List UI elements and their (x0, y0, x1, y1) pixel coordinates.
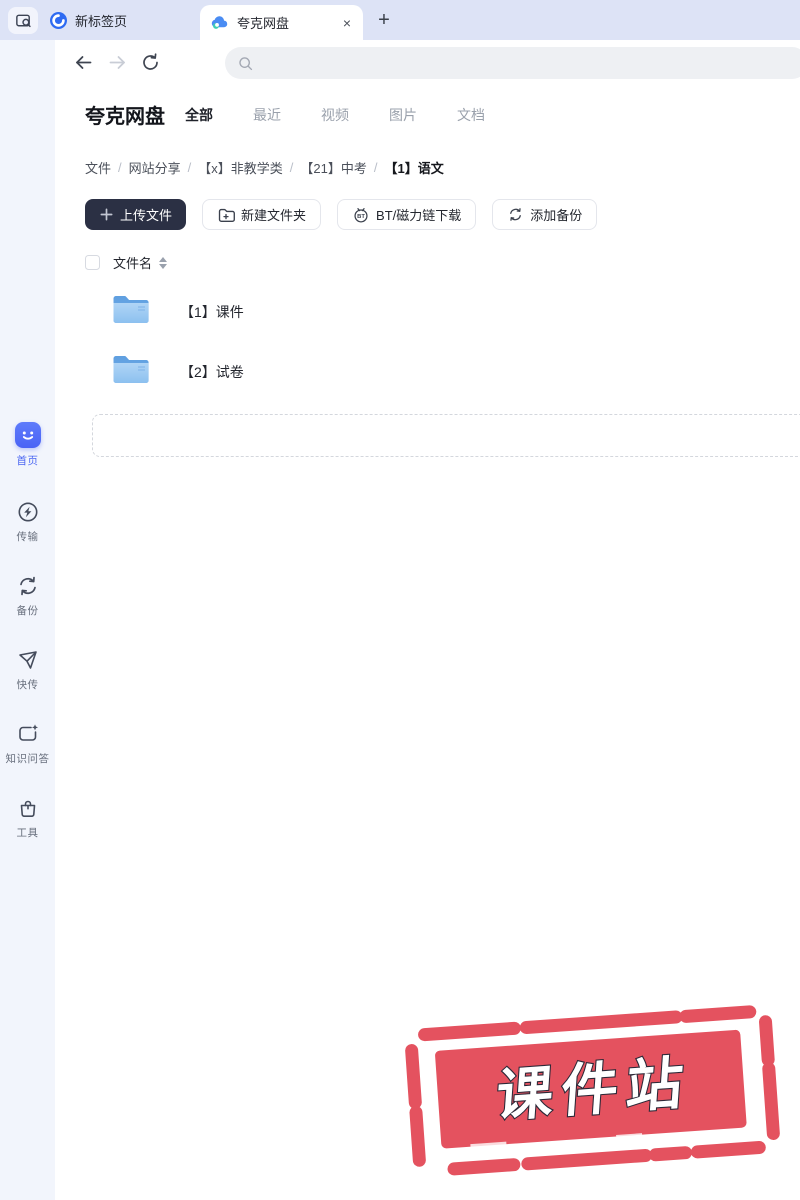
select-all-checkbox[interactable] (85, 255, 100, 270)
sidebar-item-tools[interactable]: 工具 (0, 796, 55, 840)
sort-icon[interactable] (159, 257, 167, 269)
breadcrumb-separator: / (188, 160, 192, 175)
tab-all[interactable]: 全部 (185, 105, 213, 125)
breadcrumb-item[interactable]: 网站分享 (129, 158, 181, 177)
breadcrumb-separator: / (118, 160, 122, 175)
sidebar-item-backup[interactable]: 备份 (0, 574, 55, 618)
add-backup-button[interactable]: 添加备份 (492, 199, 597, 230)
browser-tab-strip: 新标签页 夸克网盘 × + (0, 0, 800, 40)
paper-plane-icon (16, 648, 40, 672)
folder-icon (111, 352, 151, 386)
plus-icon (99, 207, 114, 222)
file-list-header: 文件名 (85, 253, 167, 272)
upload-file-button[interactable]: 上传文件 (85, 199, 186, 230)
tab-video[interactable]: 视频 (321, 105, 349, 125)
sidebar-label: 首页 (17, 453, 39, 468)
browser-toolbar (55, 40, 800, 85)
sidebar-label: 知识问答 (6, 751, 50, 766)
transfer-icon (16, 500, 40, 524)
quark-cloud-icon (210, 13, 229, 32)
main-content: 夸克网盘 全部 最近 视频 图片 文档 文件 / 网站分享 / 【x】非教学类 … (55, 40, 800, 1200)
sidebar-item-transfer[interactable]: 传输 (0, 500, 55, 544)
backup-sync-icon (16, 574, 40, 598)
folder-name[interactable]: 【1】课件 (180, 302, 244, 322)
file-row-folder-2[interactable]: 【2】试卷 (55, 342, 800, 402)
filename-column-header: 文件名 (113, 253, 152, 272)
knowledge-qa-icon (16, 722, 40, 746)
sidebar: 首页 传输 备份 快传 知识问答 工 (0, 40, 55, 1200)
new-folder-button[interactable]: 新建文件夹 (202, 199, 321, 230)
action-buttons: 上传文件 新建文件夹 BT BT/磁力链下载 添加备份 (85, 199, 597, 230)
sidebar-label: 快传 (17, 677, 39, 692)
breadcrumb-current: 【1】语文 (385, 158, 444, 177)
search-input[interactable] (262, 56, 796, 71)
tab-doc[interactable]: 文档 (457, 105, 485, 125)
bt-download-label: BT/磁力链下载 (376, 205, 461, 224)
file-row-folder-1[interactable]: 【1】课件 (55, 282, 800, 342)
browser-tab-quark[interactable]: 夸克网盘 × (200, 5, 363, 40)
sidebar-item-home[interactable]: 首页 (0, 422, 55, 468)
breadcrumb-separator: / (374, 160, 378, 175)
new-folder-icon (217, 206, 235, 224)
watermark-stamp: 课件站 (395, 993, 790, 1191)
sidebar-label: 工具 (17, 825, 39, 840)
svg-text:BT: BT (357, 214, 365, 220)
folder-name[interactable]: 【2】试卷 (180, 362, 244, 382)
sidebar-item-quickshare[interactable]: 快传 (0, 648, 55, 692)
tab-label: 夸克网盘 (237, 13, 289, 32)
upload-drop-zone[interactable] (92, 414, 800, 457)
sidebar-item-qa[interactable]: 知识问答 (0, 722, 55, 766)
bt-magnet-download-button[interactable]: BT BT/磁力链下载 (337, 199, 476, 230)
back-icon[interactable] (73, 52, 94, 73)
toolbox-icon (16, 796, 40, 820)
tab-image[interactable]: 图片 (389, 105, 417, 125)
sidebar-label: 备份 (17, 603, 39, 618)
breadcrumb-separator: / (290, 160, 294, 175)
refresh-icon[interactable] (140, 52, 161, 73)
breadcrumb-item[interactable]: 文件 (85, 158, 111, 177)
breadcrumb: 文件 / 网站分享 / 【x】非教学类 / 【21】中考 / 【1】语文 (85, 158, 444, 177)
home-smiley-icon (15, 422, 41, 448)
search-icon (237, 55, 254, 72)
tab-close-icon[interactable]: × (341, 15, 353, 31)
quark-browser-icon (50, 12, 67, 29)
add-backup-label: 添加备份 (530, 205, 582, 224)
tab-search-icon (14, 11, 33, 30)
tab-recent[interactable]: 最近 (253, 105, 281, 125)
sidebar-label: 传输 (17, 529, 39, 544)
filter-tabs: 全部 最近 视频 图片 文档 (185, 105, 485, 125)
backup-icon (507, 206, 524, 223)
browser-tab-newtab[interactable]: 新标签页 (40, 0, 137, 40)
breadcrumb-item[interactable]: 【x】非教学类 (198, 158, 283, 177)
forward-icon (107, 52, 128, 73)
new-folder-label: 新建文件夹 (241, 205, 306, 224)
page-title: 夸克网盘 (85, 100, 165, 129)
stamp-text: 课件站 (494, 1051, 693, 1129)
address-search-bar[interactable] (225, 47, 800, 79)
folder-icon (111, 292, 151, 326)
breadcrumb-item[interactable]: 【21】中考 (300, 158, 366, 177)
new-tab-button[interactable]: + (372, 8, 396, 32)
tab-label: 新标签页 (75, 11, 127, 30)
upload-file-label: 上传文件 (120, 205, 172, 224)
tab-search-button[interactable] (8, 7, 38, 34)
bt-icon: BT (352, 206, 370, 224)
